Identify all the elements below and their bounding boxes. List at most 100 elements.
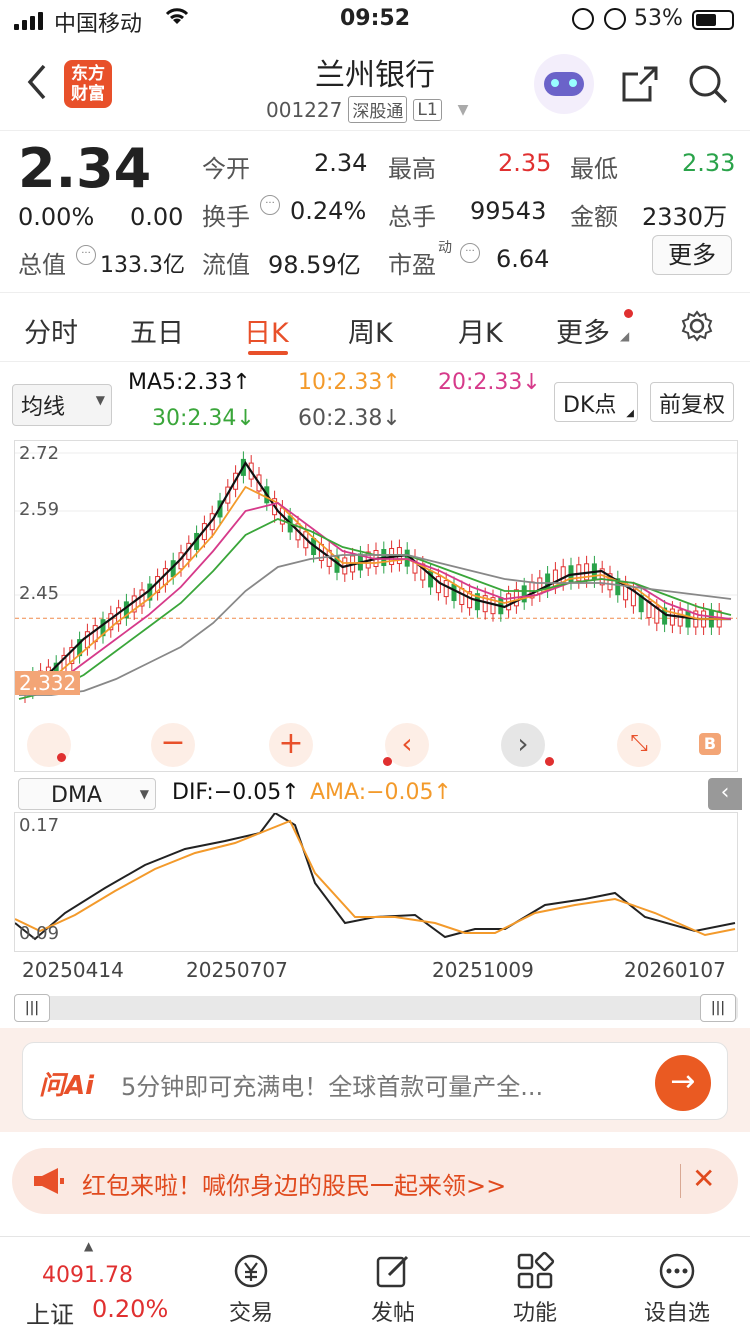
tab-more[interactable]: 更多 — [556, 311, 610, 350]
adjust-button[interactable]: 前复权 — [650, 382, 734, 422]
info-dots-icon[interactable]: ··· — [460, 243, 480, 263]
nav-add-watchlist[interactable]: 设自选 — [622, 1251, 732, 1327]
tab-intraday[interactable]: 分时 — [24, 311, 78, 350]
divider — [680, 1164, 681, 1198]
nav-add-watchlist-label: 设自选 — [643, 1301, 710, 1326]
status-bar: 中国移动 09:52 53% — [0, 0, 750, 40]
field-high-label: 最高 — [388, 155, 436, 183]
kline-chart[interactable]: 2.72 2.59 2.45 2.332 − + ‹ › ⤡ B — [14, 440, 738, 772]
battery-icon — [692, 10, 734, 30]
scroll-right-button[interactable]: › — [501, 723, 554, 767]
expand-icon[interactable]: ⤡ — [617, 723, 661, 767]
index-value[interactable]: 4091.78 — [42, 1263, 133, 1288]
nav-post-label: 发帖 — [370, 1301, 415, 1326]
stock-code-row[interactable]: 001227 深股通 L1 ▼ — [266, 96, 468, 123]
promo-banner[interactable]: 红包来啦！喊你身边的股民一起来领>> ✕ — [12, 1148, 738, 1214]
sub-indicator-label: DMA — [51, 783, 102, 808]
settings-gear-icon[interactable] — [680, 309, 714, 347]
scroll-left-button[interactable]: ‹ — [383, 723, 429, 767]
yen-exchange-icon — [234, 1254, 268, 1288]
ama-value: AMA:−0.05↑ — [310, 780, 452, 805]
zoom-out-button[interactable]: − — [151, 723, 195, 767]
stock-name: 兰州银行 — [315, 58, 435, 93]
clock: 09:52 — [340, 6, 411, 31]
ai-brand: 问Ai — [39, 1071, 95, 1101]
nav-functions[interactable]: 功能 — [480, 1251, 590, 1327]
tab-weekly-k[interactable]: 周K — [348, 311, 393, 350]
carrier-label: 中国移动 — [54, 12, 143, 37]
ai-section: 问Ai 5分钟即可充满电！全球首款可量产全... → — [0, 1028, 750, 1132]
share-icon[interactable] — [618, 62, 662, 110]
notification-dot — [624, 309, 633, 318]
field-pe-label: 市盈 — [388, 251, 436, 279]
ma60-legend: 60:2.38↓ — [298, 406, 401, 431]
nav-trade-label: 交易 — [228, 1301, 273, 1326]
dma-svg — [15, 813, 736, 941]
field-volume-label: 总手 — [388, 203, 436, 231]
candle-body — [537, 577, 543, 595]
x-axis-label: 20250414 — [22, 958, 124, 982]
app-logo[interactable]: 东方财富 — [64, 60, 112, 108]
info-dots-icon[interactable]: ··· — [76, 245, 96, 265]
signal-icon — [14, 10, 43, 30]
candle-body — [521, 585, 527, 603]
dif-value: DIF:−0.05↑ — [172, 780, 300, 805]
field-volume-value: 99543 — [470, 197, 547, 225]
total-value-label: 总值 — [18, 251, 66, 279]
indicator-selector[interactable]: 均线 ▼ — [12, 384, 112, 426]
caret-down-icon: ▼ — [95, 393, 105, 407]
more-button[interactable]: 更多 — [652, 235, 732, 275]
tab-daily-k[interactable]: 日K — [244, 311, 289, 350]
caret-up-icon: ▲ — [84, 1239, 94, 1253]
field-amount-value: 2330万 — [642, 203, 728, 231]
dk-point-button[interactable]: DK点 ◢ — [554, 382, 638, 422]
candle-body — [677, 609, 683, 627]
info-dots-icon[interactable]: ··· — [260, 195, 280, 215]
zoom-in-button[interactable]: + — [269, 723, 313, 767]
fullscreen-dot-button[interactable] — [27, 723, 71, 767]
back-icon[interactable] — [22, 62, 52, 106]
dk-point-label: DK点 — [563, 393, 617, 418]
kline-svg — [15, 451, 737, 703]
collapse-arrow-icon[interactable]: ‹ — [708, 778, 742, 810]
logo-text: 东方财富 — [71, 64, 105, 104]
tab-monthly-k[interactable]: 月K — [458, 311, 503, 350]
tab-five-day[interactable]: 五日 — [130, 311, 184, 350]
buy-point-marker[interactable]: B — [699, 733, 721, 755]
x-axis-label: 20260107 — [624, 958, 726, 982]
nav-post[interactable]: 发帖 — [338, 1251, 448, 1327]
sub-indicator-selector[interactable]: DMA ▼ — [18, 778, 156, 810]
arrow-right-icon[interactable]: → — [655, 1055, 711, 1111]
lock-rotation-icon — [572, 8, 594, 30]
search-icon[interactable] — [686, 62, 730, 110]
alarm-icon — [604, 8, 626, 30]
candle-body — [443, 580, 449, 598]
nav-functions-label: 功能 — [512, 1301, 557, 1326]
field-low-value: 2.33 — [682, 149, 736, 177]
change-pct: 0.00% — [18, 203, 95, 231]
close-icon[interactable]: ✕ — [692, 1162, 715, 1195]
ma10-legend: 10:2.33↑ — [298, 370, 401, 395]
dma-chart[interactable]: 0.17 0.09 — [14, 812, 738, 952]
header-bar: 东方财富 兰州银行 001227 深股通 L1 ▼ — [0, 40, 750, 130]
field-high-value: 2.35 — [498, 149, 552, 177]
ai-prompt-text: 5分钟即可充满电！全球首款可量产全... — [121, 1073, 544, 1101]
ma-line-60 — [19, 554, 732, 696]
dma-y-bottom: 0.09 — [19, 923, 60, 944]
period-tabs: 分时 五日 日K 周K 月K 更多 ◢ — [0, 292, 750, 362]
ma30-legend: 30:2.34↓ — [152, 406, 255, 431]
field-pe-value: 6.64 — [496, 245, 550, 273]
nav-trade[interactable]: 交易 — [196, 1251, 306, 1327]
x-axis-label: 20250707 — [186, 958, 288, 982]
field-amount-label: 金额 — [570, 203, 618, 231]
field-open-value: 2.34 — [314, 149, 368, 177]
range-handle-left[interactable]: ||| — [14, 994, 50, 1022]
red-dot — [383, 757, 392, 766]
ai-input-bar[interactable]: 问Ai 5分钟即可充满电！全球首款可量产全... → — [22, 1042, 728, 1120]
range-slider[interactable]: ||| ||| — [14, 994, 738, 1022]
range-handle-right[interactable]: ||| — [700, 994, 736, 1022]
field-open-label: 今开 — [202, 155, 250, 183]
bottom-nav: ▲ 4091.78 上证 0.20% 交易 发帖 功能 设自选 — [0, 1236, 750, 1334]
index-name: 上证 — [26, 1301, 74, 1329]
robot-avatar-icon[interactable] — [534, 54, 594, 114]
